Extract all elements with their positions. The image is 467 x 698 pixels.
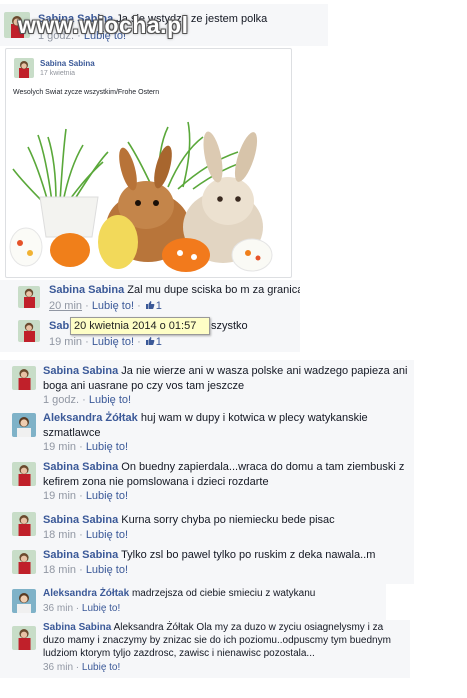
comment-item: Aleksandra Żółtak huj wam w dupy i kotwi… [0,407,414,457]
comment-text: Kurna sorry chyba po niemiecku bede pisa… [121,514,335,526]
comment-text: Tylko zsl bo pawel tylko po ruskim z dek… [121,549,376,561]
like-link[interactable]: Lubię to! [86,490,128,502]
post-card: Sabina Sabina 17 kwietnia Wesolych Swiat… [5,48,292,278]
comment-time[interactable]: 20 min [49,300,82,312]
comment-item: Sabina Sabina Zal mu dupe sciska bo m za… [0,280,300,316]
avatar[interactable] [12,512,36,536]
comment-author[interactable]: Sabina Sabina [43,461,118,473]
like-link[interactable]: Lubię to! [89,394,131,406]
avatar[interactable] [12,589,36,613]
comment-text: Ja nie wierze ani w wasza polske ani wad… [121,365,408,377]
comment-author[interactable]: Sabina Sabina [43,622,111,633]
comment-author[interactable]: Aleksandra Żółtak [43,588,129,599]
comment-item: Sabina Sabina Kurna sorry chyba po niemi… [0,506,414,544]
comment-author[interactable]: Sabina Sabina [43,365,118,377]
comment-item: Sabina Sabina Tylko zsl bo pawel tylko p… [0,544,414,584]
comment-time[interactable]: 18 min [43,564,76,576]
comment-item: Sabina Sabina Aleksandra Żółtak Ola my z… [0,620,410,678]
post-author[interactable]: Sabina Sabina [40,59,95,68]
comment-author[interactable]: Sabina Sabina [49,284,124,296]
avatar[interactable] [12,366,36,390]
comment-time[interactable]: 18 min [43,529,76,541]
like-link[interactable]: Lubię to! [92,336,134,348]
comment-text: szystko [211,320,248,332]
comment-author[interactable]: Sabina Sabina [43,549,118,561]
avatar[interactable] [12,413,36,437]
comment-text: On buedny zapierdala...wraca do domu a t… [121,461,405,473]
comment-item: Aleksandra Żółtak madrzejsza od ciebie s… [0,584,386,620]
like-link[interactable]: Lubię to! [82,603,120,614]
post-avatar[interactable] [14,58,34,78]
comment-text-line: szmatlawce [43,427,101,439]
post-date[interactable]: 17 kwietnia [40,70,75,77]
watermark: www.wiocha.pl [18,12,189,38]
thumbs-up-icon [145,337,155,345]
like-count[interactable]: 1 [156,300,162,312]
comment-text: madrzejsza od ciebie smieciu z watykanu [131,588,316,599]
avatar[interactable] [18,320,40,342]
timestamp-tooltip: 20 kwietnia 2014 o 01:57 [70,317,210,335]
comment-time[interactable]: 36 min [43,662,73,673]
comment-author[interactable]: Sabina Sabina [43,514,118,526]
comment-text-line: boga ani uasrane po czy vos tam jeszcze [43,380,245,392]
like-link[interactable]: Lubię to! [86,441,128,453]
comment-time[interactable]: 19 min [43,441,76,453]
like-link[interactable]: Lubię to! [82,662,120,673]
comment-text: huj wam w dupy i kotwica w plecy watykan… [140,412,368,424]
like-link[interactable]: Lubię to! [92,300,134,312]
comment-text-line: duzo mamy i znaczymy by znizac sie do ic… [43,635,391,646]
comment-text: Zal mu dupe sciska bo m za granica [127,284,300,296]
comment-author[interactable]: Aleksandra Żółtak [43,412,138,424]
like-count[interactable]: 1 [156,336,162,348]
post-photo[interactable] [8,107,278,275]
comment-time[interactable]: 36 min [43,603,73,614]
like-link[interactable]: Lubię to! [86,564,128,576]
comment-item: Sabina Sabina On buedny zapierdala...wra… [0,456,414,506]
avatar[interactable] [12,626,36,650]
post-text: Wesolych Swiat zycze wszystkim/Frohe Ost… [13,89,160,96]
avatar[interactable] [12,462,36,486]
comment-text-line: kefirem zona nie pomslowana i dzieci roz… [43,476,269,488]
avatar[interactable] [18,286,40,308]
comment-item: Sabina Sabina Ja nie wierze ani w wasza … [0,360,414,408]
comment-author[interactable]: Sab [49,320,69,332]
comment-text: Aleksandra Żółtak Ola my za duzo w zyciu… [113,622,384,633]
comment-text-line: ludziom ktorym tyljo zazdrosc, zawisc i … [43,648,315,659]
avatar[interactable] [12,550,36,574]
thumbs-up-icon [145,301,155,309]
comment-time[interactable]: 19 min [49,336,82,348]
comment-time[interactable]: 19 min [43,490,76,502]
comment-time[interactable]: 1 godz. [43,394,79,406]
like-link[interactable]: Lubię to! [86,529,128,541]
